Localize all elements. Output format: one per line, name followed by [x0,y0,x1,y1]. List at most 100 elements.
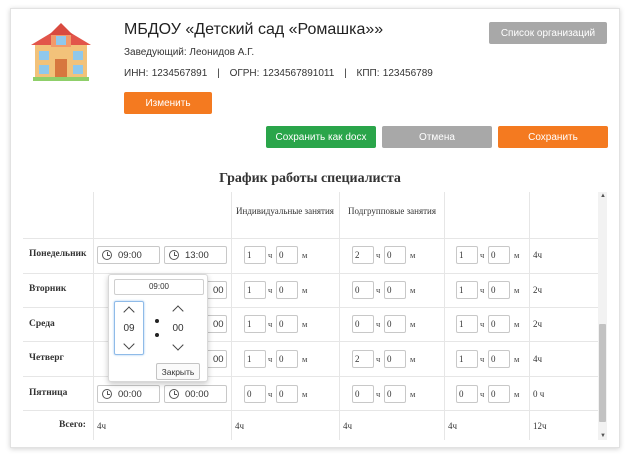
total-col-4: 4ч [448,421,458,431]
unit-h: ч [268,285,273,295]
total-col-2: 4ч [235,421,245,431]
grp-minutes-tuesday[interactable]: 0 [384,281,406,299]
ind-minutes-friday[interactable]: 0 [276,385,298,403]
grp-hours-friday[interactable]: 0 [352,385,374,403]
org-list-button[interactable]: Список организаций [489,22,607,44]
ind-minutes-tuesday[interactable]: 0 [276,281,298,299]
oth-hours-tuesday[interactable]: 1 [456,281,478,299]
oth-minutes-monday[interactable]: 0 [488,246,510,264]
time-end-friday[interactable]: 00:00 [164,385,227,403]
unit-h: ч [480,250,485,260]
ind-hours-tuesday[interactable]: 1 [244,281,266,299]
minutes-value: 00 [172,322,184,334]
picker-close-button[interactable]: Закрыть [156,363,200,380]
grp-hours-monday[interactable]: 2 [352,246,374,264]
oth-minutes-thursday[interactable]: 0 [488,350,510,368]
ind-minutes-wednesday[interactable]: 0 [276,315,298,333]
hours-up-icon[interactable] [123,306,135,318]
unit-m: м [302,389,308,399]
clock-icon [102,250,112,260]
total-monday: 4ч [533,250,543,260]
clock-icon [169,389,179,399]
unit-h: ч [480,354,485,364]
table-scrollbar[interactable]: ▲ ▼ [598,192,607,440]
time-start-friday[interactable]: 00:00 [97,385,160,403]
unit-m: м [302,250,308,260]
grp-minutes-wednesday[interactable]: 0 [384,315,406,333]
kindergarten-building-icon [31,23,91,81]
unit-h: ч [376,319,381,329]
total-tuesday: 2ч [533,285,543,295]
save-button[interactable]: Сохранить [498,126,608,148]
unit-h: ч [268,250,273,260]
day-label-wednesday: Среда [29,319,55,329]
header-individual: Индивидуальные занятия [236,206,334,216]
ind-hours-monday[interactable]: 1 [244,246,266,264]
minutes-up-icon[interactable] [172,305,184,317]
total-col-3: 4ч [343,421,353,431]
organization-ids: ИНН: 1234567891 | ОГРН: 1234567891011 | … [124,68,433,79]
grp-minutes-monday[interactable]: 0 [384,246,406,264]
unit-h: ч [268,354,273,364]
hours-spinner[interactable]: 09 [114,301,144,355]
ind-minutes-monday[interactable]: 0 [276,246,298,264]
unit-m: м [514,319,520,329]
clock-icon [102,389,112,399]
day-label-friday: Пятница [29,388,68,398]
ind-hours-friday[interactable]: 0 [244,385,266,403]
time-start-monday[interactable]: 09:00 [97,246,160,264]
scroll-down-arrow-icon[interactable]: ▼ [600,433,606,439]
day-label-tuesday: Вторник [29,284,67,294]
edit-button[interactable]: Изменить [124,92,212,114]
oth-minutes-tuesday[interactable]: 0 [488,281,510,299]
grp-minutes-thursday[interactable]: 0 [384,350,406,368]
time-picker-value[interactable]: 09:00 [114,279,204,295]
oth-hours-friday[interactable]: 0 [456,385,478,403]
total-friday: 0 ч [533,389,545,399]
minutes-down-icon[interactable] [172,339,184,351]
unit-m: м [302,319,308,329]
unit-m: м [410,354,416,364]
schedule-title: График работы специалиста [219,171,401,186]
ind-hours-wednesday[interactable]: 1 [244,315,266,333]
oth-hours-monday[interactable]: 1 [456,246,478,264]
save-docx-button[interactable]: Сохранить как docx [266,126,376,148]
hours-down-icon[interactable] [123,338,135,350]
oth-hours-wednesday[interactable]: 1 [456,315,478,333]
minutes-spinner[interactable]: 00 [163,301,193,355]
total-col-1: 4ч [97,421,107,431]
ind-minutes-thursday[interactable]: 0 [276,350,298,368]
ind-hours-thursday[interactable]: 1 [244,350,266,368]
header-group: Подгрупповые занятия [348,206,436,216]
oth-minutes-wednesday[interactable]: 0 [488,315,510,333]
unit-m: м [302,354,308,364]
day-label-monday: Понедельник [29,249,87,259]
grp-hours-wednesday[interactable]: 0 [352,315,374,333]
total-col-5: 12ч [533,421,547,431]
time-end-monday[interactable]: 13:00 [164,246,227,264]
clock-icon [169,250,179,260]
unit-h: ч [480,285,485,295]
unit-h: ч [268,389,273,399]
organization-title: МБДОУ «Детский сад «Ромашка»» [124,21,384,38]
unit-m: м [514,389,520,399]
oth-hours-thursday[interactable]: 1 [456,350,478,368]
unit-m: м [514,354,520,364]
unit-m: м [514,250,520,260]
unit-h: ч [376,354,381,364]
unit-m: м [410,250,416,260]
grp-minutes-friday[interactable]: 0 [384,385,406,403]
unit-h: ч [480,389,485,399]
scrollbar-thumb[interactable] [599,324,606,422]
unit-h: ч [268,319,273,329]
grp-hours-tuesday[interactable]: 0 [352,281,374,299]
scroll-up-arrow-icon[interactable]: ▲ [600,193,606,199]
grp-hours-thursday[interactable]: 2 [352,350,374,368]
oth-minutes-friday[interactable]: 0 [488,385,510,403]
time-picker-popup: 09:00 09 00 Закрыть [108,274,208,382]
total-wednesday: 2ч [533,319,543,329]
total-thursday: 4ч [533,354,543,364]
organization-card: МБДОУ «Детский сад «Ромашка»» Заведующий… [10,8,620,448]
cancel-button[interactable]: Отмена [382,126,492,148]
unit-h: ч [376,250,381,260]
